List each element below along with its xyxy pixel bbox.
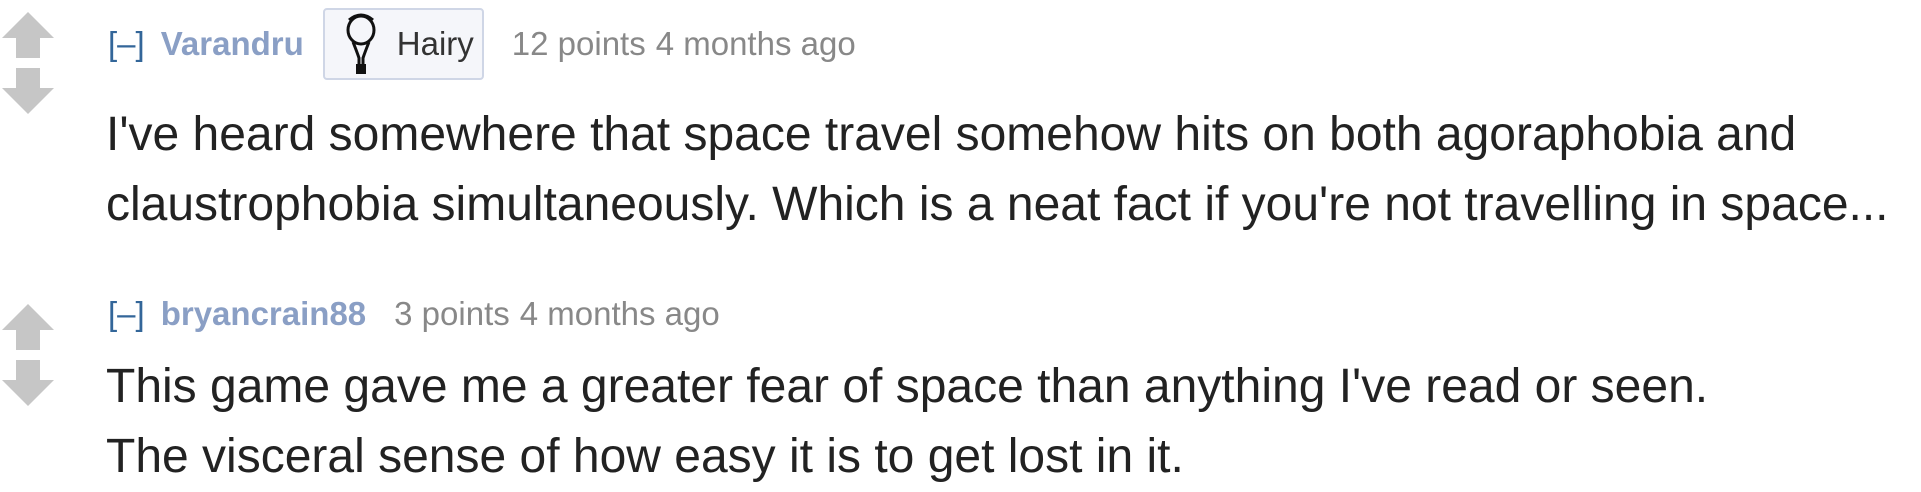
comment-time: 4 months ago [519, 295, 720, 332]
author-link[interactable]: Varandru [161, 25, 304, 63]
author-link[interactable]: bryancrain88 [161, 295, 366, 333]
comment-tagline: [–] Varandru Hairy 12 points 4 months ag… [108, 8, 856, 80]
hairy-portrait-icon [339, 12, 385, 76]
comment-body-line: I've heard somewhere that space travel s… [106, 108, 1797, 161]
comment-tagline: [–] bryancrain88 3 points 4 months ago [108, 282, 720, 346]
comment-body-line: The visceral sense of how easy it is to … [106, 430, 1184, 483]
comment-score: 3 points [394, 295, 510, 332]
user-flair: Hairy [322, 8, 484, 80]
comment-body: This game gave me a greater fear of spac… [106, 352, 1921, 492]
collapse-toggle[interactable]: [–] [108, 25, 145, 63]
flair-label: Hairy [396, 25, 474, 62]
comment-body: I've heard somewhere that space travel s… [106, 100, 1921, 240]
comment-body-line: claustrophobia simultaneously. Which is … [106, 178, 1889, 231]
downvote-arrow-icon[interactable] [0, 358, 56, 408]
upvote-arrow-icon[interactable] [0, 10, 56, 60]
comment-body-line: This game gave me a greater fear of spac… [106, 360, 1709, 413]
comment-time: 4 months ago [655, 25, 856, 62]
downvote-arrow-icon[interactable] [0, 66, 56, 116]
comment-score: 12 points [511, 25, 646, 62]
collapse-toggle[interactable]: [–] [108, 295, 145, 333]
upvote-arrow-icon[interactable] [0, 302, 56, 352]
